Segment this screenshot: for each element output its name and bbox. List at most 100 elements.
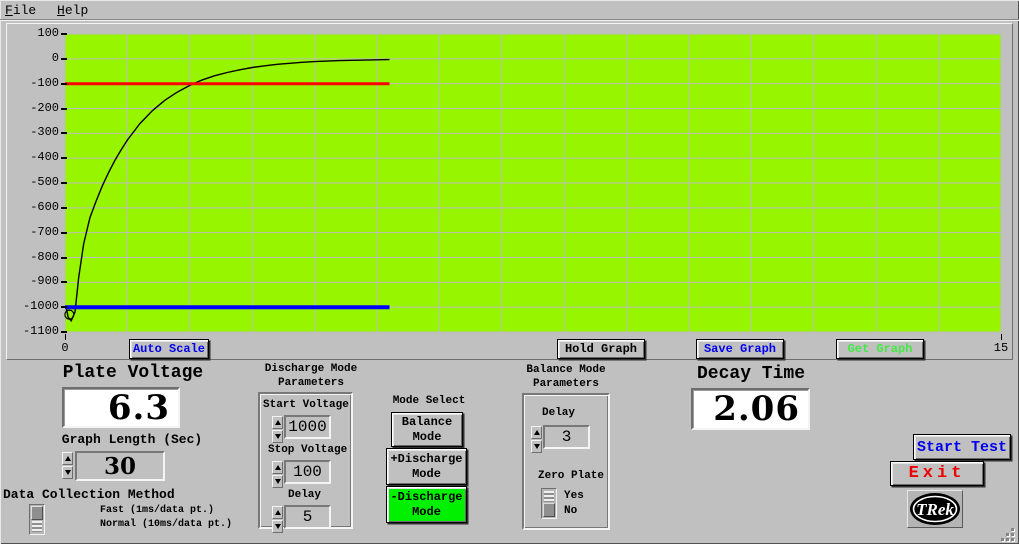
balance-delay-spinner[interactable] bbox=[531, 426, 542, 454]
y-tick-mark bbox=[61, 281, 67, 284]
discharge-delay-label: Delay bbox=[288, 489, 322, 501]
data-collection-label: Data Collection Method bbox=[3, 487, 175, 502]
data-collection-option-normal[interactable]: Normal (10ms/data pt.) bbox=[100, 519, 232, 530]
auto-scale-button[interactable]: Auto Scale bbox=[129, 339, 209, 359]
switch-slot bbox=[32, 521, 42, 532]
start-voltage-value[interactable]: 1000 bbox=[284, 415, 331, 439]
x-tick-mark bbox=[65, 334, 66, 340]
y-tick-mark bbox=[61, 256, 67, 259]
y-tick-label: -100 bbox=[30, 75, 59, 90]
y-tick-label: -600 bbox=[30, 199, 59, 214]
decay-time-display: 2.06 bbox=[691, 388, 810, 430]
zero-plate-option-yes[interactable]: Yes bbox=[564, 490, 584, 502]
mode-pos-line2: Mode bbox=[412, 466, 441, 481]
save-graph-button[interactable]: Save Graph bbox=[696, 339, 784, 359]
y-tick-label: -500 bbox=[30, 175, 59, 189]
mode-select-label: Mode Select bbox=[392, 395, 466, 407]
plate-voltage-label: Plate Voltage bbox=[62, 363, 204, 383]
plate-voltage-display: 6.3 bbox=[62, 387, 180, 428]
y-tick-mark bbox=[61, 157, 67, 160]
increment-arrow-icon[interactable] bbox=[531, 426, 542, 439]
zero-plate-label: Zero Plate bbox=[538, 470, 605, 482]
plot-svg bbox=[64, 33, 1002, 333]
y-tick-label: -200 bbox=[30, 100, 59, 115]
y-tick-label: -800 bbox=[30, 249, 59, 264]
graph-panel: 100 0 -100 -200 -300 -400 -500 -600 -700 -800 -900… bbox=[6, 23, 1013, 360]
switch-handle[interactable] bbox=[543, 503, 555, 517]
discharge-delay-spinner[interactable] bbox=[272, 506, 283, 534]
y-tick-mark bbox=[61, 182, 67, 184]
y-tick-label: -700 bbox=[30, 224, 59, 239]
start-voltage-spinner[interactable] bbox=[272, 416, 283, 444]
increment-arrow-icon[interactable] bbox=[272, 461, 283, 474]
balance-params-title-line1: Balance Mode bbox=[526, 364, 606, 376]
y-tick-label: 100 bbox=[37, 26, 59, 40]
balance-delay-label: Delay bbox=[542, 407, 576, 419]
discharge-params-title-line1: Discharge Mode bbox=[264, 363, 358, 375]
x-tick-label: 15 bbox=[993, 341, 1009, 355]
switch-handle[interactable] bbox=[31, 506, 43, 520]
zero-plate-option-no[interactable]: No bbox=[564, 505, 577, 517]
voltage-decay-curve bbox=[65, 58, 390, 323]
y-tick-label: -1000 bbox=[22, 299, 59, 314]
y-tick-mark bbox=[61, 306, 67, 309]
decrement-arrow-icon[interactable] bbox=[62, 466, 73, 479]
mode-balance-line2: Mode bbox=[412, 429, 442, 444]
menu-file[interactable]: File bbox=[5, 3, 36, 18]
switch-slot bbox=[544, 491, 554, 502]
exit-button[interactable]: Exit bbox=[890, 461, 984, 486]
y-tick-label: -900 bbox=[30, 274, 59, 289]
y-tick-mark bbox=[61, 82, 67, 85]
get-graph-button[interactable]: Get Graph bbox=[836, 339, 924, 359]
zero-plate-switch[interactable] bbox=[541, 488, 557, 519]
y-tick-label: 0 bbox=[51, 50, 59, 65]
app-window: File Help 100 0 -100 -200 -300 -400 -500 -600 -7… bbox=[0, 0, 1019, 544]
y-tick-label: -400 bbox=[30, 150, 59, 165]
stop-voltage-value[interactable]: 100 bbox=[284, 460, 331, 484]
y-tick-label: -300 bbox=[30, 125, 59, 140]
mode-balance-button[interactable]: Balance Mode bbox=[391, 412, 463, 447]
decrement-arrow-icon[interactable] bbox=[531, 440, 542, 453]
mode-pos-discharge-button[interactable]: +Discharge Mode bbox=[386, 448, 467, 485]
start-test-button[interactable]: Start Test bbox=[913, 434, 1011, 460]
trek-logo-icon: TRek bbox=[910, 493, 960, 525]
x-tick-mark bbox=[1001, 334, 1002, 340]
y-tick-mark bbox=[61, 57, 67, 60]
y-tick-mark bbox=[61, 331, 67, 333]
y-tick-mark bbox=[61, 107, 67, 110]
x-tick-label: 0 bbox=[61, 341, 69, 355]
data-collection-switch[interactable] bbox=[29, 504, 45, 535]
menu-bar: File Help bbox=[0, 0, 1019, 20]
discharge-delay-value[interactable]: 5 bbox=[284, 505, 331, 529]
decrement-arrow-icon[interactable] bbox=[272, 430, 283, 443]
graph-length-label: Graph Length (Sec) bbox=[61, 432, 203, 447]
trek-logo-text: TRek bbox=[916, 500, 954, 519]
y-tick-mark bbox=[61, 33, 67, 35]
trek-logo: TRek bbox=[907, 490, 963, 528]
decrement-arrow-icon[interactable] bbox=[272, 475, 283, 488]
mode-balance-line1: Balance bbox=[401, 414, 453, 429]
balance-params-panel: Delay 3 Zero Plate Yes No bbox=[522, 393, 610, 530]
discharge-params-panel: Start Voltage 1000 Stop Voltage 100 Dela… bbox=[258, 392, 353, 533]
balance-delay-value[interactable]: 3 bbox=[543, 425, 590, 449]
y-tick-mark bbox=[61, 231, 67, 234]
increment-arrow-icon[interactable] bbox=[62, 452, 73, 465]
stop-voltage-spinner[interactable] bbox=[272, 461, 283, 489]
increment-arrow-icon[interactable] bbox=[272, 416, 283, 429]
mode-pos-line1: +Discharge bbox=[390, 451, 463, 466]
mode-neg-line1: -Discharge bbox=[390, 489, 463, 504]
menu-help[interactable]: Help bbox=[57, 3, 88, 18]
mode-neg-line2: Mode bbox=[412, 504, 441, 519]
increment-arrow-icon[interactable] bbox=[272, 506, 283, 519]
y-tick-mark bbox=[61, 206, 67, 209]
mode-neg-discharge-button[interactable]: -Discharge Mode bbox=[386, 486, 467, 523]
y-tick-mark bbox=[61, 132, 67, 135]
discharge-params-title-line2: Parameters bbox=[277, 377, 344, 389]
stop-voltage-label: Stop Voltage bbox=[268, 444, 348, 456]
data-collection-option-fast[interactable]: Fast (1ms/data pt.) bbox=[100, 505, 214, 516]
graph-length-spinner[interactable] bbox=[62, 452, 73, 480]
decrement-arrow-icon[interactable] bbox=[272, 520, 283, 533]
graph-length-value[interactable]: 30 bbox=[75, 451, 165, 481]
balance-params-title-line2: Parameters bbox=[532, 378, 599, 390]
hold-graph-button[interactable]: Hold Graph bbox=[557, 339, 645, 359]
